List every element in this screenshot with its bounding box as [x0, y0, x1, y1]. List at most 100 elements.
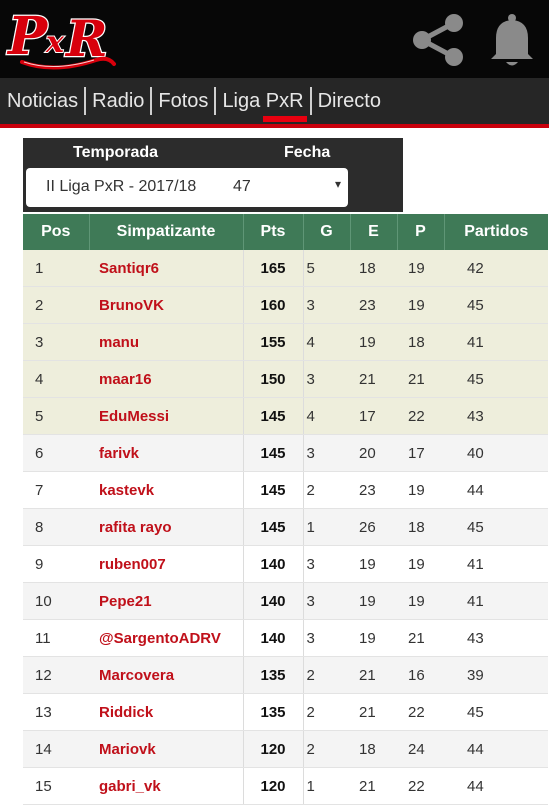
season-value: II Liga PxR - 2017/18 [46, 178, 197, 195]
won-cell: 3 [303, 360, 350, 398]
tab-liga-pxr[interactable]: Liga PxR [216, 86, 309, 116]
lost-cell: 18 [397, 323, 444, 361]
supporter-name[interactable]: Mariovk [89, 730, 243, 768]
drawn-cell: 26 [350, 508, 397, 546]
supporter-name[interactable]: manu [89, 323, 243, 361]
points-cell: 145 [242, 508, 304, 546]
table-row[interactable]: 14 Mariovk 120 2 18 24 44 [23, 730, 548, 768]
points-cell: 140 [242, 582, 304, 620]
won-cell: 3 [303, 434, 350, 472]
filter-panel: Temporada Fecha II Liga PxR - 2017/18 47… [23, 138, 403, 212]
table-row[interactable]: 12 Marcovera 135 2 21 16 39 [23, 656, 548, 694]
table-row[interactable]: 8 rafita rayo 145 1 26 18 45 [23, 508, 548, 546]
tab-noticias[interactable]: Noticias [0, 86, 84, 116]
supporter-name[interactable]: Pepe21 [89, 582, 243, 620]
share-button[interactable] [410, 14, 468, 66]
lost-cell: 17 [397, 434, 444, 472]
won-cell: 3 [303, 286, 350, 324]
pos-cell: 7 [23, 471, 89, 509]
pos-cell: 12 [23, 656, 89, 694]
table-row[interactable]: 2 BrunoVK 160 3 23 19 45 [23, 286, 548, 324]
supporter-name[interactable]: BrunoVK [89, 286, 243, 324]
drawn-cell: 19 [350, 582, 397, 620]
lost-cell: 22 [397, 693, 444, 731]
supporter-name[interactable]: ruben007 [89, 545, 243, 583]
chevron-down-icon: ▾ [335, 177, 342, 191]
matches-cell: 44 [444, 471, 548, 509]
matches-cell: 39 [444, 656, 548, 694]
matches-cell: 41 [444, 323, 548, 361]
drawn-cell: 21 [350, 360, 397, 398]
points-cell: 145 [242, 471, 304, 509]
supporter-name[interactable]: Riddick [89, 693, 243, 731]
drawn-cell: 20 [350, 434, 397, 472]
drawn-cell: 21 [350, 656, 397, 694]
matches-cell: 45 [444, 508, 548, 546]
table-row[interactable]: 1 Santiqr6 165 5 18 19 42 [23, 250, 548, 287]
table-row[interactable]: 13 Riddick 135 2 21 22 45 [23, 693, 548, 731]
supporter-name[interactable]: @SargentoADRV [89, 619, 243, 657]
pos-cell: 6 [23, 434, 89, 472]
svg-text:x: x [45, 25, 65, 60]
table-row[interactable]: 10 Pepe21 140 3 19 19 41 [23, 582, 548, 620]
points-cell: 135 [242, 693, 304, 731]
header-g[interactable]: G [303, 214, 351, 250]
supporter-name[interactable]: EduMessi [89, 397, 243, 435]
season-date-select[interactable]: II Liga PxR - 2017/18 47 ▾ [26, 168, 348, 207]
active-tab-indicator [263, 116, 307, 122]
table-row[interactable]: 4 maar16 150 3 21 21 45 [23, 360, 548, 398]
table-row[interactable]: 9 ruben007 140 3 19 19 41 [23, 545, 548, 583]
supporter-name[interactable]: farivk [89, 434, 243, 472]
pxr-logo[interactable]: P x R [4, 2, 120, 76]
supporter-name[interactable]: kastevk [89, 471, 243, 509]
matches-cell: 41 [444, 545, 548, 583]
pos-cell: 11 [23, 619, 89, 657]
matches-cell: 45 [444, 693, 548, 731]
table-row[interactable]: 5 EduMessi 145 4 17 22 43 [23, 397, 548, 435]
tab-directo[interactable]: Directo [312, 86, 387, 116]
matches-cell: 43 [444, 397, 548, 435]
pos-cell: 5 [23, 397, 89, 435]
bell-icon [491, 14, 533, 66]
matches-cell: 42 [444, 250, 548, 287]
won-cell: 4 [303, 397, 350, 435]
header-p[interactable]: P [397, 214, 445, 250]
drawn-cell: 19 [350, 323, 397, 361]
pxr-logo-graphic: P x R [5, 5, 116, 70]
matches-cell: 44 [444, 767, 548, 805]
won-cell: 2 [303, 656, 350, 694]
standings-table: Pos Simpatizante Pts G E P Partidos 1 San… [23, 214, 548, 805]
table-row[interactable]: 7 kastevk 145 2 23 19 44 [23, 471, 548, 509]
supporter-name[interactable]: rafita rayo [89, 508, 243, 546]
table-row[interactable]: 3 manu 155 4 19 18 41 [23, 323, 548, 361]
points-cell: 140 [242, 619, 304, 657]
won-cell: 1 [303, 767, 350, 805]
header-pos[interactable]: Pos [23, 214, 90, 250]
lost-cell: 18 [397, 508, 444, 546]
table-row[interactable]: 15 gabri_vk 120 1 21 22 44 [23, 767, 548, 805]
points-cell: 155 [242, 323, 304, 361]
header-partidos[interactable]: Partidos [444, 214, 548, 250]
table-row[interactable]: 6 farivk 145 3 20 17 40 [23, 434, 548, 472]
drawn-cell: 19 [350, 545, 397, 583]
table-row[interactable]: 11 @SargentoADRV 140 3 19 21 43 [23, 619, 548, 657]
matches-cell: 45 [444, 360, 548, 398]
supporter-name[interactable]: gabri_vk [89, 767, 243, 805]
header-simpatizante[interactable]: Simpatizante [89, 214, 244, 250]
notifications-button[interactable] [486, 12, 538, 68]
tab-radio[interactable]: Radio [86, 86, 150, 116]
drawn-cell: 23 [350, 471, 397, 509]
header-pts[interactable]: Pts [243, 214, 304, 250]
won-cell: 5 [303, 250, 350, 287]
points-cell: 150 [242, 360, 304, 398]
supporter-name[interactable]: Marcovera [89, 656, 243, 694]
table-header-row: Pos Simpatizante Pts G E P Partidos [23, 214, 548, 250]
tab-fotos[interactable]: Fotos [152, 86, 214, 116]
supporter-name[interactable]: maar16 [89, 360, 243, 398]
drawn-cell: 21 [350, 693, 397, 731]
matches-cell: 45 [444, 286, 548, 324]
supporter-name[interactable]: Santiqr6 [89, 250, 243, 287]
header-e[interactable]: E [350, 214, 398, 250]
pos-cell: 2 [23, 286, 89, 324]
pos-cell: 1 [23, 250, 89, 287]
